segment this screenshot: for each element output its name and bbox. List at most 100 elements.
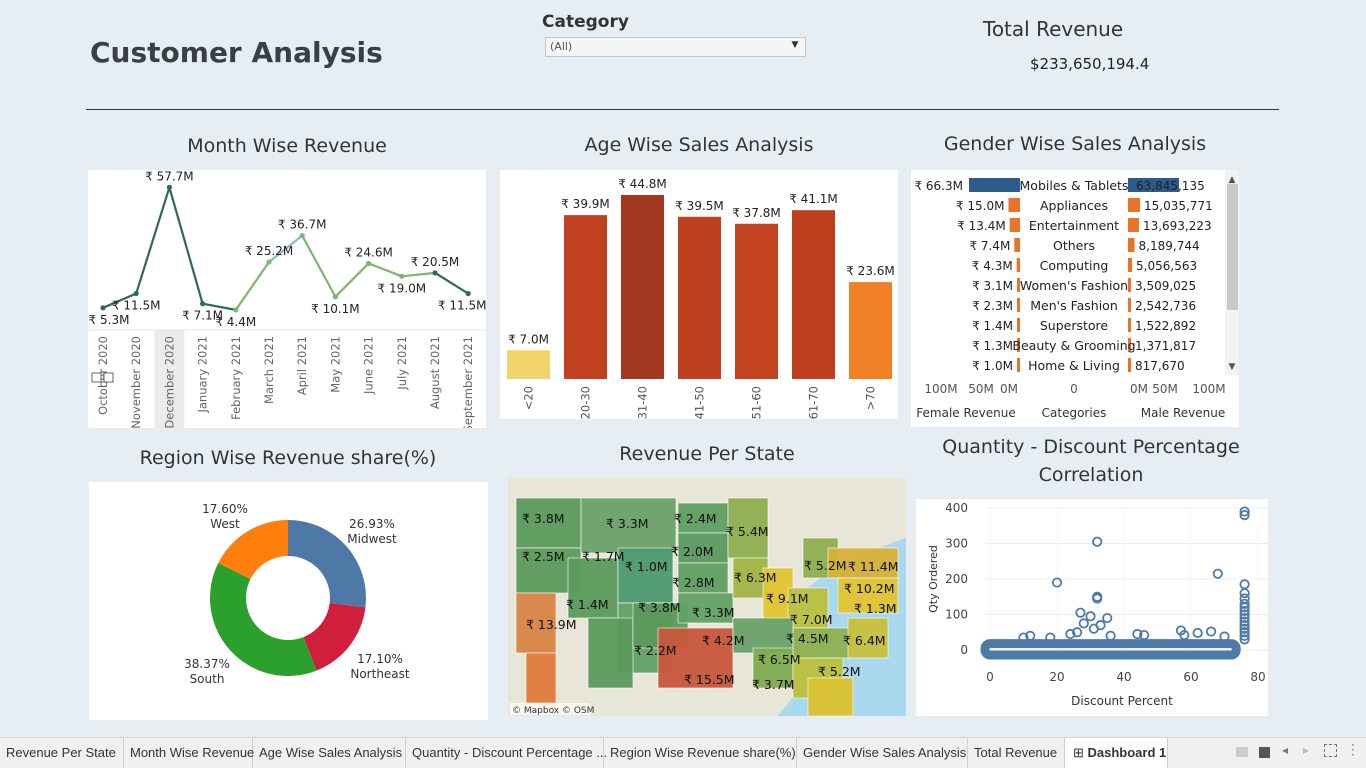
- age-bar: [621, 195, 664, 379]
- data-point: [166, 184, 172, 190]
- category-label: Mobiles & Tablets: [1020, 178, 1129, 193]
- state-label: ₹ 11.4M: [848, 559, 899, 574]
- tab-month-wise-revenue[interactable]: Month Wise Revenue: [124, 738, 254, 768]
- female-label: ₹ 13.4M: [957, 219, 1006, 233]
- female-label: ₹ 15.0M: [956, 199, 1005, 213]
- axis-tick: 100M: [924, 382, 957, 396]
- data-point: [465, 290, 471, 297]
- tab-age-wise-sales[interactable]: Age Wise Sales Analysis: [253, 738, 406, 768]
- x-tick-label: 0: [986, 670, 994, 684]
- line-segment: [234, 261, 270, 311]
- scatter-point: [1075, 607, 1086, 618]
- gender-butterfly-chart[interactable]: ₹ 66.3M Mobiles & Tablets 63,845,135 ₹ 15.0…: [911, 170, 1239, 427]
- axis-tick: 0M: [1130, 382, 1148, 396]
- scatter-point: [1212, 568, 1223, 579]
- scatter-point: [1192, 627, 1203, 639]
- region-chart-title: Region Wise Revenue share(%): [139, 447, 437, 469]
- state-map[interactable]: ₹ 3.8M ₹ 3.3M ₹ 2.4M ₹ 5.4M ₹ 2.5M ₹ 1.7M ₹ 2.…: [508, 478, 906, 717]
- male-bar: [1128, 238, 1135, 252]
- x-tick-label: June 2021: [362, 336, 376, 395]
- data-label: ₹ 5.3M: [89, 313, 130, 327]
- category-label: Appliances: [1040, 198, 1108, 213]
- fullscreen-icon[interactable]: [1324, 744, 1337, 757]
- qty-discount-scatter[interactable]: 0 100 200 300 400 0 20 40 60 80 Discount Percent Qt…: [916, 499, 1268, 716]
- filmstrip-icon[interactable]: [1236, 747, 1248, 757]
- chevron-down-icon[interactable]: ▼: [788, 40, 802, 54]
- state-label: ₹ 5.2M: [804, 558, 847, 573]
- category-label: Computing: [1040, 258, 1109, 273]
- state-label: ₹ 4.5M: [786, 631, 829, 646]
- tab-dashboard-1[interactable]: ⊞ Dashboard 1: [1065, 738, 1168, 768]
- data-label: ₹ 11.5M: [438, 299, 486, 313]
- state-label: ₹ 13.9M: [526, 617, 577, 632]
- category-label: Entertainment: [1029, 218, 1119, 233]
- tab-revenue-per-state[interactable]: Revenue Per State: [0, 738, 124, 768]
- age-chart-panel: ₹ 7.0M <20 ₹ 39.9M 20-30 ₹ 44.8M 31-40 ₹ 39.5M…: [500, 170, 898, 419]
- scatter-title-line2: Correlation: [1038, 464, 1144, 486]
- tabs-view-icon[interactable]: [1259, 747, 1270, 758]
- female-label: ₹ 1.3M: [972, 339, 1013, 353]
- data-label: ₹ 25.2M: [245, 244, 294, 258]
- header-divider: [86, 109, 1279, 110]
- bar-label: ₹ 7.0M: [508, 332, 549, 346]
- category-filter-dropdown[interactable]: (All) ▼: [545, 37, 806, 57]
- data-label: ₹ 11.5M: [112, 299, 161, 313]
- x-axis-label: Discount Percent: [1071, 694, 1173, 708]
- female-bar: [1017, 298, 1020, 312]
- age-chart-title: Age Wise Sales Analysis: [584, 134, 814, 156]
- male-label: 63,845,135: [1136, 179, 1205, 193]
- female-label: ₹ 3.1M: [972, 279, 1013, 293]
- line-segment: [334, 262, 370, 298]
- tab-gender-wise-sales[interactable]: Gender Wise Sales Analysis: [797, 738, 968, 768]
- bar-label: ₹ 37.8M: [732, 206, 781, 220]
- axis-label-female: Female Revenue: [916, 406, 1015, 420]
- tab-region-wise-revenue[interactable]: Region Wise Revenue share(%): [604, 738, 797, 768]
- x-tick-label: 20: [1049, 670, 1064, 684]
- month-line-chart[interactable]: ₹ 5.3M₹ 11.5M₹ 57.7M₹ 7.1M₹ 4.4M₹ 25.2M₹…: [88, 169, 486, 433]
- total-revenue-label: Total Revenue: [983, 17, 1124, 41]
- state-map-panel: ₹ 3.8M ₹ 3.3M ₹ 2.4M ₹ 5.4M ₹ 2.5M ₹ 1.7M ₹ 2.…: [508, 478, 906, 717]
- male-label: 3,509,025: [1135, 279, 1196, 293]
- data-label: ₹ 19.0M: [378, 281, 427, 295]
- category-filter-value: (All): [550, 40, 573, 53]
- state-label: ₹ 2.0M: [671, 544, 714, 559]
- state-label: ₹ 3.3M: [606, 516, 649, 531]
- gender-chart-title: Gender Wise Sales Analysis: [943, 133, 1207, 155]
- state-label: ₹ 1.7M: [582, 549, 625, 564]
- slice-name: South: [190, 672, 225, 686]
- state-label: ₹ 1.4M: [566, 597, 609, 612]
- state-label: ₹ 6.3M: [734, 570, 777, 585]
- male-label: 1,371,817: [1135, 339, 1196, 353]
- x-tick-label: 20-30: [579, 386, 593, 419]
- scatter-point: [1239, 579, 1250, 590]
- axis-tick: 0: [1070, 382, 1078, 396]
- state-label: ₹ 6.5M: [758, 652, 801, 667]
- state-label: ₹ 2.5M: [522, 549, 565, 564]
- male-label: 8,189,744: [1139, 239, 1200, 253]
- category-label: Others: [1053, 238, 1095, 253]
- more-options-icon[interactable]: ⋮: [1346, 741, 1360, 758]
- state-label: ₹ 5.2M: [818, 664, 861, 679]
- x-tick-label: February 2021: [229, 336, 243, 420]
- prev-sheet-icon[interactable]: ◂: [1282, 743, 1288, 757]
- x-tick-label: August 2021: [428, 336, 442, 409]
- state-map-title: Revenue Per State: [619, 443, 795, 465]
- male-bar: [1128, 218, 1139, 232]
- donut-slice: [303, 603, 366, 671]
- next-sheet-icon[interactable]: ▸: [1303, 743, 1309, 757]
- x-tick-label: 80: [1250, 670, 1265, 684]
- age-bar-chart[interactable]: ₹ 7.0M <20 ₹ 39.9M 20-30 ₹ 44.8M 31-40 ₹ 39.5M…: [500, 170, 898, 419]
- tab-total-revenue[interactable]: Total Revenue: [968, 738, 1065, 768]
- slice-name: Northeast: [350, 667, 410, 681]
- bar-label: ₹ 44.8M: [618, 177, 667, 191]
- collapse-icon: [91, 372, 102, 383]
- tab-dashboard-1-label: Dashboard 1: [1087, 745, 1167, 760]
- male-bar: [1128, 278, 1131, 292]
- scatter-chart-panel: 0 100 200 300 400 0 20 40 60 80 Discount Percent Qt…: [916, 499, 1268, 716]
- axis-label-male: Male Revenue: [1141, 406, 1226, 420]
- tab-quantity-discount[interactable]: Quantity - Discount Percentage ...: [406, 738, 607, 768]
- region-donut-chart[interactable]: 26.93%Midwest 17.10%Northeast 38.37%South 1…: [89, 482, 488, 720]
- data-point: [200, 301, 206, 307]
- x-tick-label: July 2021: [395, 336, 409, 391]
- axis-tick: 50M: [1152, 382, 1178, 396]
